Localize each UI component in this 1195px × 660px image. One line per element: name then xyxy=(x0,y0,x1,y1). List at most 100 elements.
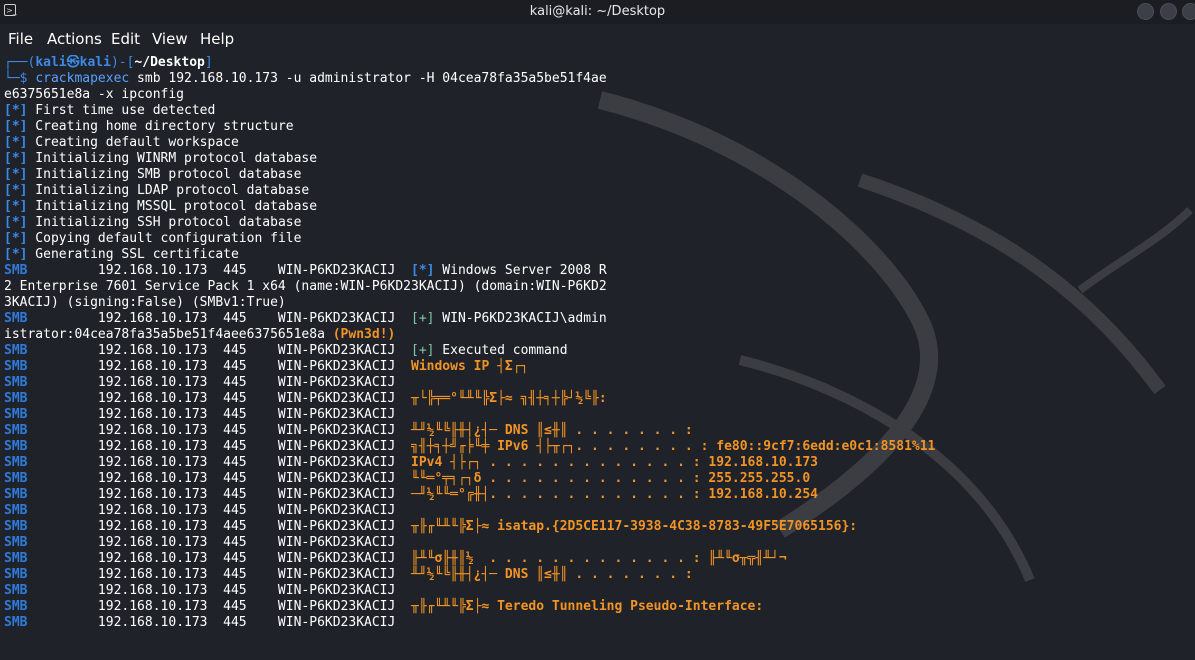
info-marker: [*] xyxy=(411,263,435,278)
smb-proto: SMB xyxy=(4,535,98,550)
smb-proto: SMB xyxy=(4,503,98,518)
os-info-line: 3KACIJ) (signing:False) (SMBv1:True) xyxy=(4,295,1194,311)
smb-proto: SMB xyxy=(4,311,98,326)
os-info-line: 2 Enterprise 7601 Service Pack 1 x64 (na… xyxy=(4,279,1194,295)
smb-target: 192.168.10.173 445 WIN-P6KD23KACIJ xyxy=(97,455,411,470)
prompt-dir: ~/Desktop xyxy=(134,55,205,70)
os-info: 2 Enterprise 7601 Service Pack 1 x64 (na… xyxy=(4,279,607,294)
smb-line: SMB 192.168.10.173 445 WIN-P6KD23KACIJ ╨… xyxy=(4,567,1194,583)
info-marker: [*] xyxy=(4,231,28,246)
smb-proto: SMB xyxy=(4,487,98,502)
smb-line: SMB 192.168.10.173 445 WIN-P6KD23KACIJ xyxy=(4,583,1194,599)
info-line: [*] Initializing LDAP protocol database xyxy=(4,183,1194,199)
prompt-bracket: ] xyxy=(204,55,213,70)
menu-edit[interactable]: Edit xyxy=(111,30,140,48)
info-line: [*] Creating default workspace xyxy=(4,135,1194,151)
info-marker: [*] xyxy=(4,183,28,198)
smb-line: SMB 192.168.10.173 445 WIN-P6KD23KACIJ ╥… xyxy=(4,391,1194,407)
title-bar[interactable]: >_ kali@kali: ~/Desktop xyxy=(0,0,1195,24)
smb-proto: SMB xyxy=(4,375,98,390)
info-text: Initializing SSH protocol database xyxy=(27,215,302,230)
smb-target: 192.168.10.173 445 WIN-P6KD23KACIJ xyxy=(97,615,411,630)
pwned-badge: (Pwn3d!) xyxy=(332,327,396,342)
info-line: [*] Initializing SMB protocol database xyxy=(4,167,1194,183)
smb-proto: SMB xyxy=(4,599,98,614)
smb-target: 192.168.10.173 445 WIN-P6KD23KACIJ xyxy=(97,503,411,518)
close-button[interactable] xyxy=(1182,3,1195,20)
info-text: Generating SSL certificate xyxy=(27,247,239,262)
smb-line: SMB 192.168.10.173 445 WIN-P6KD23KACIJ xyxy=(4,535,1194,551)
ipconfig-output: ╙╙═°╤╕┌┐δ . . . . . . . . . . . . . : 25… xyxy=(411,471,811,486)
smb-proto: SMB xyxy=(4,455,98,470)
minimize-button[interactable] xyxy=(1137,3,1154,20)
smb-target: 192.168.10.173 445 WIN-P6KD23KACIJ xyxy=(97,359,411,374)
info-marker: [*] xyxy=(4,215,28,230)
smb-target: 192.168.10.173 445 WIN-P6KD23KACIJ xyxy=(97,551,411,566)
prompt-user-host: kali㉿kali xyxy=(35,55,111,70)
info-line: [*] First time use detected xyxy=(4,103,1194,119)
menu-file[interactable]: File xyxy=(8,30,33,48)
ipconfig-output: ╥└╠╤═°╙╨╙╠Σ├≈ ╗╢┼╕┼╠┘½╚╟: xyxy=(411,391,607,406)
smb-line: SMB 192.168.10.173 445 WIN-P6KD23KACIJ ╥… xyxy=(4,519,1194,535)
command-line: e6375651e8a -x ipconfig xyxy=(4,87,1194,103)
menu-bar: File Actions Edit View Help xyxy=(0,24,1195,54)
info-line: [*] Initializing WINRM protocol database xyxy=(4,151,1194,167)
smb-line: SMB 192.168.10.173 445 WIN-P6KD23KACIJ xyxy=(4,503,1194,519)
smb-line: SMB 192.168.10.173 445 WIN-P6KD23KACIJ [… xyxy=(4,311,1194,327)
auth-line: istrator:04cea78fa35a5be51f4aee6375651e8… xyxy=(4,327,1194,343)
prompt-bracket: ┌──( xyxy=(4,55,36,70)
ipconfig-output: ╨╜½╙╚╟╫┤¿┤─ DNS ║≤╫║ . . . . . . . : xyxy=(411,423,693,438)
ipconfig-output: ╨╜½╙╚╟╫┤¿┤─ DNS ║≤╫║ . . . . . . . : xyxy=(411,567,693,582)
ipconfig-output: ╥╟╓╙╨╙╠Σ├≈ Teredo Tunneling Pseudo-Inter… xyxy=(411,599,764,614)
menu-help[interactable]: Help xyxy=(200,30,234,48)
smb-proto: SMB xyxy=(4,423,98,438)
smb-proto: SMB xyxy=(4,519,98,534)
smb-target: 192.168.10.173 445 WIN-P6KD23KACIJ xyxy=(97,423,411,438)
smb-proto: SMB xyxy=(4,407,98,422)
terminal-output[interactable]: ┌──(kali㉿kali)-[~/Desktop] └─$ crackmapex… xyxy=(4,55,1194,660)
smb-target: 192.168.10.173 445 WIN-P6KD23KACIJ xyxy=(97,311,411,326)
smb-proto: SMB xyxy=(4,567,98,582)
menu-view[interactable]: View xyxy=(152,30,188,48)
info-marker: [*] xyxy=(4,119,28,134)
smb-proto: SMB xyxy=(4,391,98,406)
menu-actions[interactable]: Actions xyxy=(47,30,102,48)
prompt-bracket: )-[ xyxy=(110,55,135,70)
info-line: [*] Initializing MSSQL protocol database xyxy=(4,199,1194,215)
info-marker: [*] xyxy=(4,199,28,214)
window-title: kali@kali: ~/Desktop xyxy=(529,4,666,19)
smb-target: 192.168.10.173 445 WIN-P6KD23KACIJ xyxy=(97,375,411,390)
smb-target: 192.168.10.173 445 WIN-P6KD23KACIJ xyxy=(97,599,411,614)
smb-line: SMB 192.168.10.173 445 WIN-P6KD23KACIJ W… xyxy=(4,359,1194,375)
smb-target: 192.168.10.173 445 WIN-P6KD23KACIJ xyxy=(97,407,411,422)
info-marker: [*] xyxy=(4,135,28,150)
info-line: [*] Copying default configuration file xyxy=(4,231,1194,247)
smb-proto: SMB xyxy=(4,263,98,278)
command-name: crackmapexec xyxy=(35,71,130,86)
prompt-symbol: └─$ xyxy=(4,71,36,86)
success-marker: [+] xyxy=(411,311,435,326)
smb-line: SMB 192.168.10.173 445 WIN-P6KD23KACIJ [… xyxy=(4,263,1194,279)
smb-line: SMB 192.168.10.173 445 WIN-P6KD23KACIJ I… xyxy=(4,455,1194,471)
smb-target: 192.168.10.173 445 WIN-P6KD23KACIJ xyxy=(97,583,411,598)
smb-line: SMB 192.168.10.173 445 WIN-P6KD23KACIJ ─… xyxy=(4,487,1194,503)
executed-text: Executed command xyxy=(434,343,568,358)
info-text: Creating default workspace xyxy=(27,135,239,150)
smb-line: SMB 192.168.10.173 445 WIN-P6KD23KACIJ ╥… xyxy=(4,599,1194,615)
info-text: Initializing SMB protocol database xyxy=(27,167,302,182)
smb-proto: SMB xyxy=(4,471,98,486)
info-text: Creating home directory structure xyxy=(27,119,294,134)
ipconfig-output: ─╜½╙╙═°╔╫┤. . . . . . . . . . . . . : 19… xyxy=(411,487,818,502)
ipconfig-output: ╥╟╓╙╨╙╠Σ├≈ isatap.{2D5CE117-3938-4C38-87… xyxy=(411,519,858,534)
smb-line: SMB 192.168.10.173 445 WIN-P6KD23KACIJ [… xyxy=(4,343,1194,359)
auth-info: WIN-P6KD23KACIJ\admin xyxy=(434,311,607,326)
maximize-button[interactable] xyxy=(1160,3,1177,20)
info-line: [*] Initializing SSH protocol database xyxy=(4,215,1194,231)
smb-line: SMB 192.168.10.173 445 WIN-P6KD23KACIJ xyxy=(4,615,1194,631)
smb-proto: SMB xyxy=(4,359,98,374)
info-text: Copying default configuration file xyxy=(27,231,302,246)
smb-proto: SMB xyxy=(4,583,98,598)
os-info: Windows Server 2008 R xyxy=(434,263,607,278)
os-info: 3KACIJ) (signing:False) (SMBv1:True) xyxy=(4,295,286,310)
smb-target: 192.168.10.173 445 WIN-P6KD23KACIJ xyxy=(97,343,411,358)
